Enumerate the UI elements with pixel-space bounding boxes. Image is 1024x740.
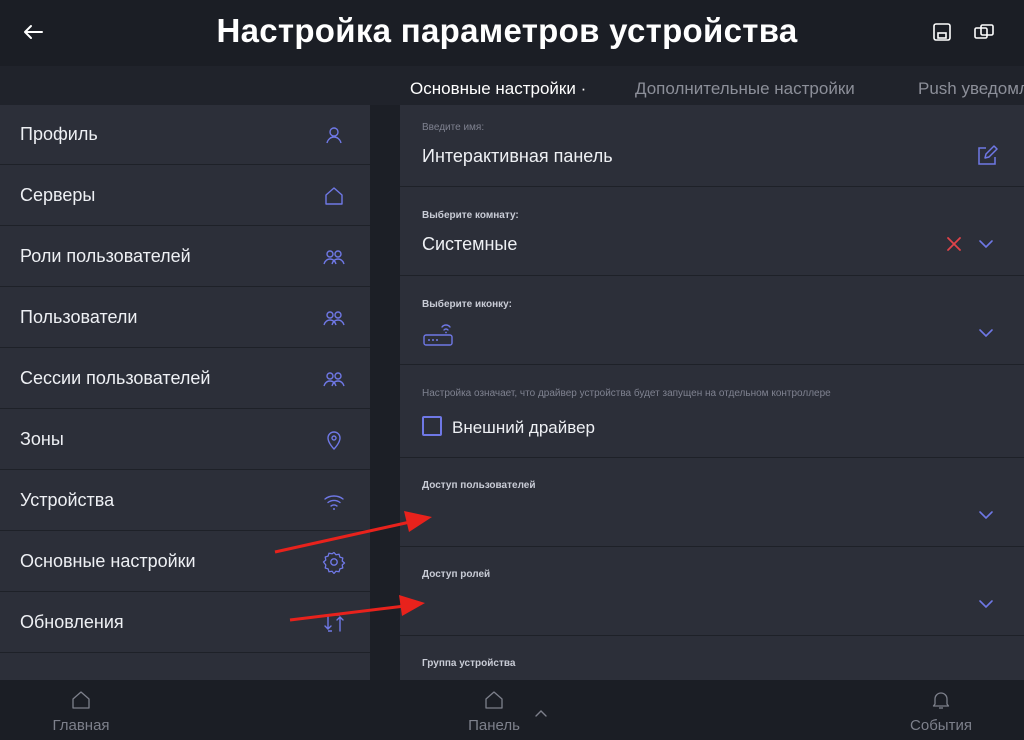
device-group-label: Группа устройства — [422, 658, 516, 669]
sidebar-item-users[interactable]: Пользователи — [0, 288, 370, 348]
room-field-value: Системные — [422, 234, 518, 254]
nav-label: События — [910, 717, 972, 734]
user-icon — [326, 127, 342, 144]
sidebar-item-zones[interactable]: Зоны — [0, 410, 370, 470]
home-icon — [72, 691, 90, 709]
role-access-field[interactable]: Доступ ролей — [400, 548, 1024, 636]
sidebar-item-label: Сессии пользователей — [20, 368, 211, 388]
gutter — [370, 105, 400, 680]
user-access-label: Доступ пользователей — [422, 480, 536, 491]
users-icon — [323, 372, 345, 387]
user-access-field[interactable]: Доступ пользователей — [400, 459, 1024, 547]
users-icon — [323, 250, 345, 265]
nav-item-home[interactable]: Главная — [21, 680, 141, 740]
save-icon[interactable] — [930, 20, 954, 44]
chevron-up-icon[interactable] — [533, 706, 549, 722]
home-icon — [325, 187, 343, 205]
chevron-down-icon[interactable] — [975, 593, 997, 615]
name-field[interactable]: Введите имя: Интерактивная панель — [400, 105, 1024, 187]
room-field-label: Выберите комнату: — [422, 210, 519, 221]
device-group-field[interactable]: Группа устройства — [400, 637, 1024, 680]
sidebar-item-label: Устройства — [20, 490, 115, 510]
sidebar-item-label: Роли пользователей — [20, 246, 191, 266]
tab-push-notifications[interactable]: Push уведомления — [918, 79, 1024, 99]
sidebar-item-label: Пользователи — [20, 307, 138, 327]
sidebar-item-label: Зоны — [20, 429, 64, 449]
external-driver-label[interactable]: Внешний драйвер — [452, 418, 595, 438]
bottom-nav: Главная Панель События — [0, 680, 1024, 740]
header-bar: Настройка параметров устройства — [0, 0, 1024, 66]
home-icon — [485, 691, 503, 709]
update-arrows-icon — [324, 614, 344, 632]
sidebar-item-partial[interactable] — [0, 654, 370, 680]
icon-field[interactable]: Выберите иконку: — [400, 277, 1024, 365]
chevron-down-icon[interactable] — [975, 322, 997, 344]
settings-form: Введите имя: Интерактивная панель Выбери… — [400, 105, 1024, 680]
external-driver-checkbox[interactable] — [422, 416, 442, 436]
sidebar-item-user-sessions[interactable]: Сессии пользователей — [0, 349, 370, 409]
nav-item-events[interactable]: События — [881, 680, 1001, 740]
external-driver-field: Настройка означает, что драйвер устройст… — [400, 366, 1024, 458]
bell-icon — [932, 692, 950, 709]
nav-label: Главная — [52, 717, 110, 734]
external-driver-description: Настройка означает, что драйвер устройст… — [422, 388, 831, 399]
name-field-label: Введите имя: — [422, 122, 485, 133]
tab-additional-settings[interactable]: Дополнительные настройки — [635, 79, 855, 99]
sidebar-item-servers[interactable]: Серверы — [0, 166, 370, 226]
sidebar-item-label: Основные настройки — [20, 551, 196, 571]
sidebar-item-label: Профиль — [20, 124, 98, 144]
sidebar-item-main-settings[interactable]: Основные настройки — [0, 532, 370, 592]
icon-field-label: Выберите иконку: — [422, 299, 512, 310]
sidebar-item-label: Обновления — [20, 612, 124, 632]
users-icon — [323, 311, 345, 326]
tab-main-settings[interactable]: Основные настройки · — [410, 79, 586, 99]
gear-icon — [322, 551, 346, 574]
role-access-label: Доступ ролей — [422, 569, 491, 580]
sidebar-item-user-roles[interactable]: Роли пользователей — [0, 227, 370, 287]
sidebar-item-label: Серверы — [20, 185, 96, 205]
sidebar-item-updates[interactable]: Обновления — [0, 593, 370, 653]
copy-icon[interactable] — [972, 20, 996, 44]
sidebar: Профиль Серверы Роли пользователей Польз… — [0, 105, 370, 680]
chevron-down-icon[interactable] — [975, 233, 997, 255]
chevron-down-icon[interactable] — [975, 504, 997, 526]
name-field-value[interactable]: Интерактивная панель — [422, 146, 613, 167]
router-wifi-icon — [423, 324, 453, 346]
page-title: Настройка параметров устройства — [216, 12, 798, 49]
location-pin-icon — [327, 431, 341, 450]
close-icon[interactable] — [943, 233, 965, 255]
sidebar-item-profile[interactable]: Профиль — [0, 105, 370, 165]
wifi-icon — [324, 495, 344, 510]
tabs-bar: Основные настройки · Дополнительные наст… — [0, 66, 1024, 106]
sidebar-item-devices[interactable]: Устройства — [0, 471, 370, 531]
edit-icon[interactable] — [976, 145, 998, 167]
room-field[interactable]: Выберите комнату: Системные — [400, 188, 1024, 276]
